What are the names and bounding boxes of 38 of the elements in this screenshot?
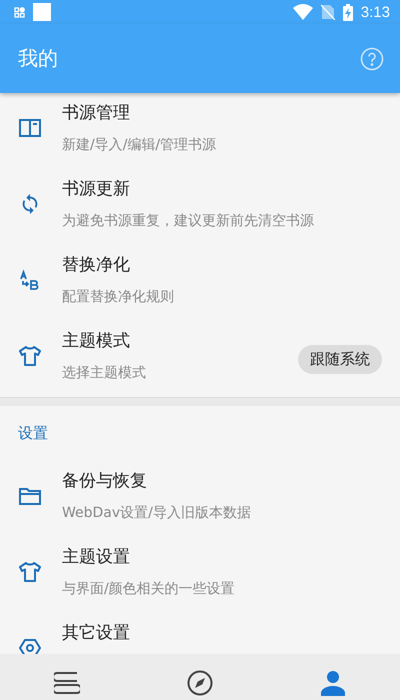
menu-title: 主题设置 — [62, 546, 131, 569]
menu-row[interactable]: 备份与恢复 WebDav设置/导入旧版本数据 — [0, 461, 400, 537]
menu-subtitle: 与界面/颜色相关的一些设置 — [62, 580, 236, 599]
shirt-icon — [19, 561, 41, 583]
no-sim-icon — [320, 4, 335, 20]
notification-icon — [33, 3, 51, 21]
section-header: 设置 — [17, 423, 49, 444]
menu-row[interactable]: 书源更新 为避免书源重复，建议更新前先清空书源 — [0, 169, 400, 245]
settings-icon — [19, 637, 41, 654]
replace-icon — [19, 269, 41, 291]
menu-row[interactable]: 其它设置 — [0, 613, 400, 654]
wifi-icon — [292, 4, 313, 20]
menu-subtitle: 配置替换净化规则 — [62, 288, 175, 307]
theme-mode-chip[interactable]: 跟随系统 — [298, 344, 382, 374]
menu-subtitle: 为避免书源重复，建议更新前先清空书源 — [62, 212, 315, 231]
compass-icon[interactable] — [186, 670, 213, 696]
battery-icon — [342, 4, 353, 20]
book-icon — [19, 118, 41, 138]
person-icon[interactable] — [320, 670, 346, 696]
menu-title: 备份与恢复 — [62, 470, 148, 493]
menu-subtitle: 新建/导入/编辑/管理书源 — [62, 136, 218, 155]
page-title: 我的 — [18, 45, 59, 72]
menu-title: 主题模式 — [62, 330, 131, 353]
menu-title: 其它设置 — [62, 622, 131, 645]
menu-title: 替换净化 — [62, 254, 131, 277]
clock-time: 3:13 — [360, 4, 390, 20]
menu-row[interactable]: 主题模式 选择主题模式 跟随系统 — [0, 321, 400, 397]
grid-icon — [14, 6, 25, 18]
bookshelf-icon[interactable] — [54, 671, 80, 695]
menu-subtitle: 选择主题模式 — [62, 364, 147, 383]
menu-row[interactable]: 书源管理 新建/导入/编辑/管理书源 — [0, 93, 400, 169]
menu-row[interactable]: 主题设置 与界面/颜色相关的一些设置 — [0, 537, 400, 613]
menu-title: 书源管理 — [62, 102, 131, 125]
menu-subtitle: WebDav设置/导入旧版本数据 — [62, 504, 252, 523]
menu-row[interactable]: 替换净化 配置替换净化规则 — [0, 245, 400, 321]
menu-title: 书源更新 — [62, 178, 131, 201]
shirt-icon — [19, 345, 41, 367]
folder-icon — [19, 486, 41, 506]
